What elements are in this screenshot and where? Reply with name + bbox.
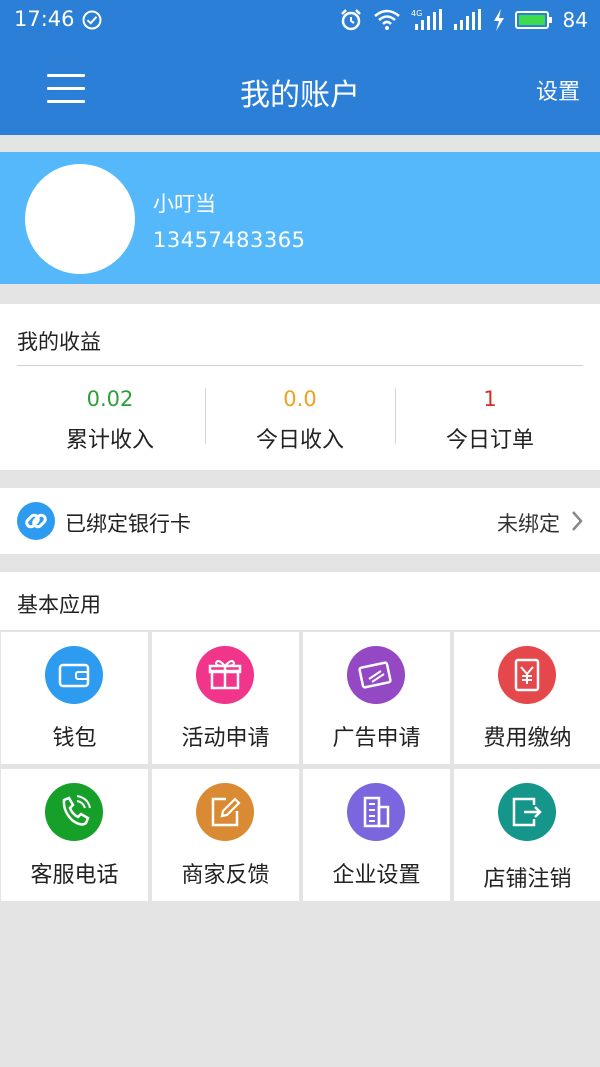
- app-label: 钱包: [52, 726, 97, 751]
- app-label: 广告申请: [332, 726, 421, 751]
- app-customer-service[interactable]: 客服电话: [1, 769, 148, 901]
- profile-name: 小叮当: [153, 192, 216, 216]
- app-wallet[interactable]: 钱包: [1, 632, 148, 764]
- bank-status: 未绑定: [497, 512, 560, 536]
- phone-icon: [45, 783, 103, 841]
- earnings-panel: 我的收益 0.02 累计收入 0.0 今日收入 1 今日订单: [0, 304, 600, 470]
- network-type: 4G: [411, 9, 422, 18]
- profile-phone: 13457483365: [153, 228, 306, 252]
- bank-label: 已绑定银行卡: [65, 512, 191, 536]
- alarm-icon: [340, 9, 361, 31]
- stat-label: 今日收入: [255, 428, 344, 453]
- app-ad-apply[interactable]: 广告申请: [303, 632, 450, 764]
- stat-value: 1: [483, 387, 497, 411]
- chevron-right-icon: [572, 511, 583, 531]
- bank-card-row[interactable]: 已绑定银行卡 未绑定: [0, 488, 600, 554]
- app-fee-payment[interactable]: 费用缴纳: [454, 632, 600, 764]
- stat-value: 0.02: [86, 387, 134, 411]
- charging-icon: [493, 9, 504, 31]
- apps-title: 基本应用: [17, 593, 101, 617]
- app-close-store[interactable]: 店铺注销: [454, 769, 600, 901]
- yen-icon: [498, 646, 556, 704]
- earnings-title: 我的收益: [17, 330, 101, 354]
- battery-icon: [514, 11, 552, 29]
- app-label: 客服电话: [30, 863, 119, 888]
- stat-label: 今日订单: [445, 428, 534, 453]
- check-circle-icon: [82, 10, 102, 30]
- profile-card: 小叮当 13457483365: [0, 152, 600, 284]
- page-title: 我的账户: [240, 78, 360, 113]
- status-bar: 17:46 4G 84: [0, 0, 600, 40]
- app-label: 商家反馈: [181, 863, 270, 888]
- stat-total-income[interactable]: 0.02 累计收入: [15, 384, 205, 454]
- app-label: 企业设置: [332, 863, 421, 888]
- building-icon: [347, 783, 405, 841]
- card-icon: [347, 646, 405, 704]
- exit-icon: [498, 783, 556, 841]
- app-enterprise-settings[interactable]: 企业设置: [303, 769, 450, 901]
- app-label: 活动申请: [181, 726, 270, 751]
- apps-header: 基本应用: [0, 572, 600, 630]
- app-activity-apply[interactable]: 活动申请: [152, 632, 299, 764]
- stat-today-orders[interactable]: 1 今日订单: [395, 384, 585, 454]
- settings-button[interactable]: 设置: [536, 74, 580, 106]
- wallet-icon: [45, 646, 103, 704]
- battery-percent: 84: [562, 8, 588, 32]
- app-label: 费用缴纳: [483, 726, 572, 751]
- edit-icon: [196, 783, 254, 841]
- app-merchant-feedback[interactable]: 商家反馈: [152, 769, 299, 901]
- divider: [17, 365, 583, 366]
- stat-label: 累计收入: [65, 428, 154, 453]
- link-icon: [17, 502, 55, 540]
- stat-today-income[interactable]: 0.0 今日收入: [205, 384, 395, 454]
- app-label: 店铺注销: [483, 867, 572, 892]
- signal-icon: [453, 9, 481, 30]
- signal-4g-icon: 4G: [411, 9, 442, 30]
- app-header: 我的账户 设置: [0, 40, 600, 135]
- status-time: 17:46: [14, 7, 75, 31]
- avatar[interactable]: [25, 164, 135, 274]
- gift-icon: [196, 646, 254, 704]
- wifi-icon: [373, 9, 400, 30]
- stat-value: 0.0: [283, 387, 317, 411]
